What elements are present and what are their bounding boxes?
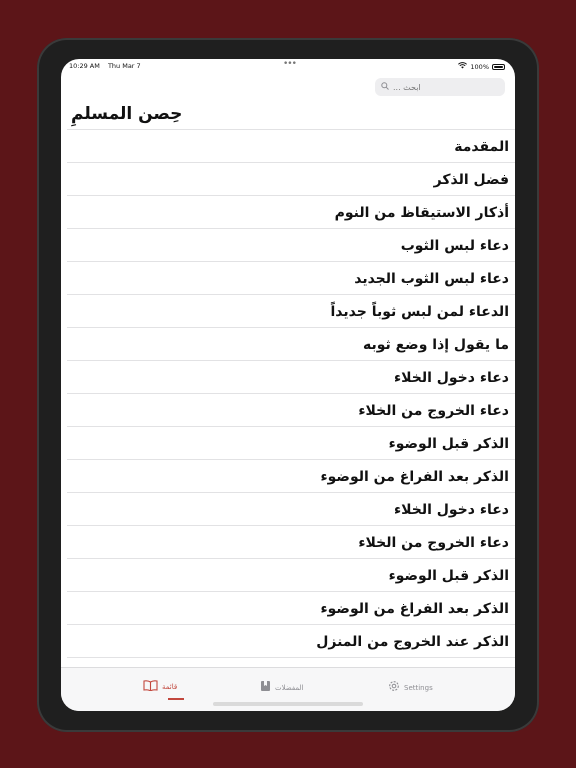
tab-favorites[interactable]: المفضلات — [260, 680, 304, 695]
search-input[interactable] — [393, 82, 493, 92]
list-item[interactable]: الذكر قبل الوضوء — [61, 427, 515, 460]
multitasking-dots[interactable]: ••• — [283, 59, 297, 69]
tab-list-label: قائمة — [162, 683, 178, 691]
page-title: حِصن المسلمِ — [71, 104, 183, 124]
battery-percent: 100% — [470, 62, 489, 71]
list-item[interactable]: دعاء لبس الثوب الجديد — [61, 262, 515, 295]
bookmark-book-icon — [260, 680, 271, 695]
battery-icon — [492, 63, 505, 70]
list-item[interactable]: دعاء لبس الثوب — [61, 229, 515, 262]
home-indicator — [213, 702, 363, 706]
list-item[interactable]: الذكر بعد الفراغ من الوضوء — [61, 592, 515, 625]
tab-settings-label: Settings — [404, 683, 433, 692]
list-item[interactable]: ما يقول إذا وضع ثوبه — [61, 328, 515, 361]
list-item[interactable]: الدعاء لمن لبس ثوباً جديداً — [61, 295, 515, 328]
status-date: Thu Mar 7 — [107, 62, 141, 70]
adhkar-list: المقدمة فضل الذكر أذكار الاستيقاظ من الن… — [61, 130, 515, 658]
list-item[interactable]: أذكار الاستيقاظ من النوم — [61, 196, 515, 229]
list-item[interactable]: دعاء دخول الخلاء — [61, 493, 515, 526]
list-item[interactable]: الذكر بعد الفراغ من الوضوء — [61, 460, 515, 493]
list-item[interactable]: الذكر عند الخروج من المنزل — [61, 625, 515, 658]
gear-icon — [388, 680, 400, 695]
search-icon — [381, 82, 389, 92]
tab-list[interactable]: قائمة — [143, 680, 177, 694]
tab-settings[interactable]: Settings — [388, 680, 433, 695]
wifi-icon — [458, 62, 468, 71]
active-tab-indicator — [168, 698, 184, 700]
search-bar[interactable] — [375, 78, 505, 96]
book-icon — [143, 680, 158, 694]
app-screen: 10:29 AM Thu Mar 7 ••• 100% حِصن المسلمِ… — [61, 59, 515, 711]
list-item[interactable]: الذكر قبل الوضوء — [61, 559, 515, 592]
list-item[interactable]: دعاء الخروج من الخلاء — [61, 394, 515, 427]
ipad-frame: 10:29 AM Thu Mar 7 ••• 100% حِصن المسلمِ… — [37, 38, 539, 732]
tab-favorites-label: المفضلات — [275, 683, 304, 692]
list-item[interactable]: دعاء دخول الخلاء — [61, 361, 515, 394]
status-time: 10:29 AM — [69, 62, 100, 70]
list-item[interactable]: فضل الذكر — [61, 163, 515, 196]
list-item[interactable]: دعاء الخروج من الخلاء — [61, 526, 515, 559]
status-bar: 10:29 AM Thu Mar 7 ••• 100% — [61, 59, 515, 73]
list-item[interactable]: المقدمة — [61, 130, 515, 163]
